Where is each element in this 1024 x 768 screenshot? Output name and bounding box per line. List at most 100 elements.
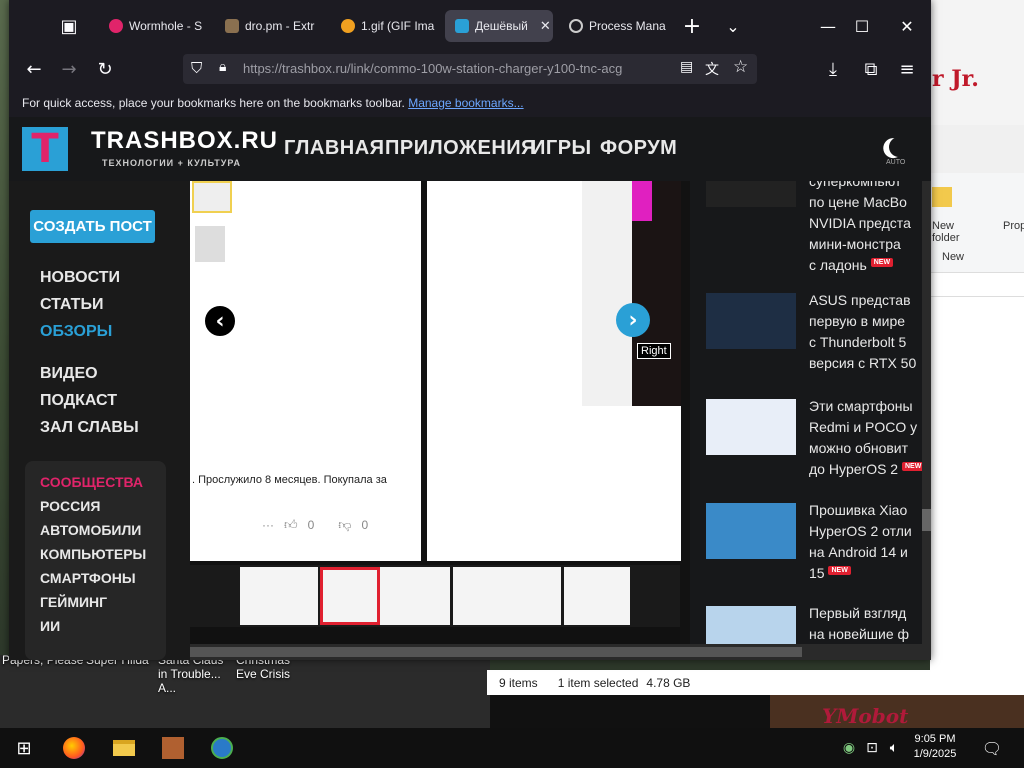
translate-icon[interactable]: 文 bbox=[705, 59, 719, 79]
community-ai[interactable]: ИИ bbox=[40, 618, 60, 634]
filmstrip-thumb[interactable] bbox=[564, 567, 630, 625]
extensions-icon[interactable]: ⧉ bbox=[857, 55, 885, 83]
sidebar-item-podcast[interactable]: ПОДКАСТ bbox=[40, 392, 117, 410]
menu-icon[interactable]: ≡ bbox=[893, 55, 921, 83]
sidebar-item-articles[interactable]: СТАТЬИ bbox=[40, 296, 103, 314]
nav-forum[interactable]: ФОРУМ bbox=[600, 137, 677, 160]
sidebar-item-news[interactable]: НОВОСТИ bbox=[40, 269, 120, 287]
network-app-taskbar-icon[interactable] bbox=[208, 734, 236, 762]
filmstrip-selection bbox=[320, 567, 380, 625]
gallery-prev-button[interactable]: ‹ bbox=[203, 304, 237, 338]
tab-list-button[interactable]: ⌄ bbox=[719, 12, 747, 40]
tab-wormhole[interactable]: Wormhole - S bbox=[99, 10, 211, 42]
news-title: Прошивка Xiao HyperOS 2 отли на Android … bbox=[809, 500, 929, 584]
new-tab-button[interactable]: + bbox=[678, 12, 706, 40]
new-folder-button[interactable]: New folder bbox=[932, 220, 972, 244]
community-russia[interactable]: РОССИЯ bbox=[40, 498, 100, 514]
tab-title: dro.pm - Extr bbox=[245, 19, 315, 33]
more-icon[interactable]: ··· bbox=[262, 518, 274, 532]
reload-button[interactable]: ↻ bbox=[91, 55, 119, 83]
moon-icon[interactable] bbox=[886, 134, 912, 160]
gallery-next-button[interactable]: › bbox=[616, 303, 650, 337]
desktop-area bbox=[490, 695, 770, 728]
maximize-button[interactable]: ☐ bbox=[848, 12, 876, 40]
news-thumbnail[interactable] bbox=[706, 293, 796, 349]
dislike-count: 0 bbox=[361, 518, 369, 532]
tab-trashbox-active[interactable]: Дешёвый ✕ bbox=[445, 10, 553, 42]
tab-process-manager[interactable]: Process Mana bbox=[559, 10, 677, 42]
lock-icon[interactable]: 🔒︎ bbox=[219, 59, 226, 75]
tab-gif[interactable]: 1.gif (GIF Ima bbox=[331, 10, 443, 42]
system-clock[interactable]: 9:05 PM 1/9/2025 bbox=[905, 732, 965, 762]
downloads-icon[interactable]: ⤓ bbox=[819, 55, 847, 83]
communities-heading[interactable]: СООБЩЕСТВА bbox=[40, 474, 143, 490]
community-smartphones[interactable]: СМАРТФОНЫ bbox=[40, 570, 136, 586]
sidebar-item-video[interactable]: ВИДЕО bbox=[40, 365, 98, 383]
close-window-button[interactable]: ✕ bbox=[893, 12, 921, 40]
filmstrip-thumb[interactable] bbox=[240, 567, 318, 625]
review-thumbnail[interactable] bbox=[195, 226, 225, 262]
news-thumbnail[interactable] bbox=[706, 399, 796, 455]
thumbs-up-icon[interactable]: 👍︎ bbox=[284, 517, 298, 533]
scrollbar-thumb[interactable] bbox=[190, 647, 802, 657]
logo-letter: T bbox=[31, 126, 59, 172]
minimize-button[interactable]: — bbox=[814, 12, 842, 40]
firefox-taskbar-icon[interactable] bbox=[60, 734, 88, 762]
folder-icon[interactable] bbox=[932, 187, 952, 207]
bookmark-star-icon[interactable]: ☆ bbox=[733, 57, 748, 77]
firefox-view-icon[interactable]: ▣ bbox=[55, 12, 83, 40]
volume-icon[interactable]: 🔈︎ bbox=[880, 734, 908, 762]
gallery-slide-current bbox=[427, 181, 681, 561]
site-title[interactable]: TRASHBOX.RU bbox=[91, 127, 278, 155]
communities-panel: СООБЩЕСТВА РОССИЯ АВТОМОБИЛИ КОМПЬЮТЕРЫ … bbox=[25, 461, 166, 660]
community-computers[interactable]: КОМПЬЮТЕРЫ bbox=[40, 546, 146, 562]
community-cars[interactable]: АВТОМОБИЛИ bbox=[40, 522, 141, 538]
gallery-filmstrip bbox=[190, 565, 680, 627]
site-logo[interactable]: T bbox=[22, 127, 68, 171]
notification-icon[interactable]: 🗨︎ bbox=[978, 734, 1006, 762]
nav-home[interactable]: ГЛАВНАЯ bbox=[284, 137, 385, 160]
news-title-text: суперкомпьют по цене MacBo NVIDIA предст… bbox=[809, 181, 911, 273]
news-thumbnail[interactable] bbox=[706, 181, 796, 207]
filmstrip-thumb[interactable] bbox=[453, 567, 561, 625]
nav-games[interactable]: ИГРЫ bbox=[531, 137, 592, 160]
nav-apps[interactable]: ПРИЛОЖЕНИЯ bbox=[385, 137, 536, 160]
image-gallery: . Прослужило 8 месяцев. Покупала за ··· … bbox=[190, 181, 681, 660]
clock-date: 1/9/2025 bbox=[913, 748, 957, 760]
ribbon-group-label: New bbox=[942, 251, 965, 263]
tab-dropm[interactable]: dro.pm - Extr bbox=[215, 10, 327, 42]
web-page: T TRASHBOX.RU ТЕХНОЛОГИИ + КУЛЬТУРА ГЛАВ… bbox=[9, 117, 931, 660]
url-text[interactable]: https://trashbox.ru/link/commo-100w-stat… bbox=[243, 61, 643, 76]
news-thumbnail[interactable] bbox=[706, 503, 796, 559]
address-bar[interactable] bbox=[930, 275, 1024, 297]
properties-button[interactable]: Prop bbox=[1003, 220, 1024, 232]
folder-icon bbox=[225, 19, 239, 33]
filmstrip-thumb[interactable] bbox=[380, 567, 450, 625]
review-text: . Прослужило 8 месяцев. Покупала за bbox=[192, 474, 387, 486]
cat-icon bbox=[341, 19, 355, 33]
reader-view-icon[interactable]: ▤ bbox=[680, 59, 693, 75]
sidebar-item-reviews[interactable]: ОБЗОРЫ bbox=[40, 323, 112, 341]
back-button[interactable]: ← bbox=[20, 55, 48, 83]
bookmarks-hint: For quick access, place your bookmarks h… bbox=[22, 96, 405, 110]
file-explorer-taskbar-icon[interactable] bbox=[110, 734, 138, 762]
app-taskbar-icon[interactable] bbox=[159, 734, 187, 762]
shield-icon[interactable]: ⛉ bbox=[191, 59, 202, 77]
create-post-button[interactable]: СОЗДАТЬ ПОСТ bbox=[30, 210, 155, 243]
gallery-slide-left: . Прослужило 8 месяцев. Покупала за ··· … bbox=[190, 181, 421, 561]
url-bar[interactable]: ⛉ 🔒︎ https://trashbox.ru/link/commo-100w… bbox=[183, 54, 757, 84]
scrollbar-thumb[interactable] bbox=[922, 509, 931, 531]
news-title: Эти смартфоны Redmi и POCO у можно обнов… bbox=[809, 396, 929, 480]
background-text: r Jr. bbox=[932, 66, 979, 92]
horizontal-scrollbar[interactable] bbox=[190, 644, 931, 660]
tab-bar: ▣ Wormhole - S dro.pm - Extr 1.gif (GIF … bbox=[9, 0, 931, 50]
sidebar-item-hall-of-fame[interactable]: ЗАЛ СЛАВЫ bbox=[40, 419, 139, 437]
windows-start-icon[interactable]: ⊞ bbox=[10, 734, 38, 762]
community-gaming[interactable]: ГЕЙМИНГ bbox=[40, 594, 107, 610]
manage-bookmarks-link[interactable]: Manage bookmarks... bbox=[408, 96, 523, 110]
thumbs-down-icon[interactable]: 👎︎ bbox=[338, 517, 351, 533]
vertical-scrollbar[interactable] bbox=[922, 181, 931, 660]
forward-button[interactable]: → bbox=[55, 55, 83, 83]
close-tab-icon[interactable]: ✕ bbox=[540, 18, 551, 34]
review-thumbnail[interactable] bbox=[192, 181, 232, 213]
